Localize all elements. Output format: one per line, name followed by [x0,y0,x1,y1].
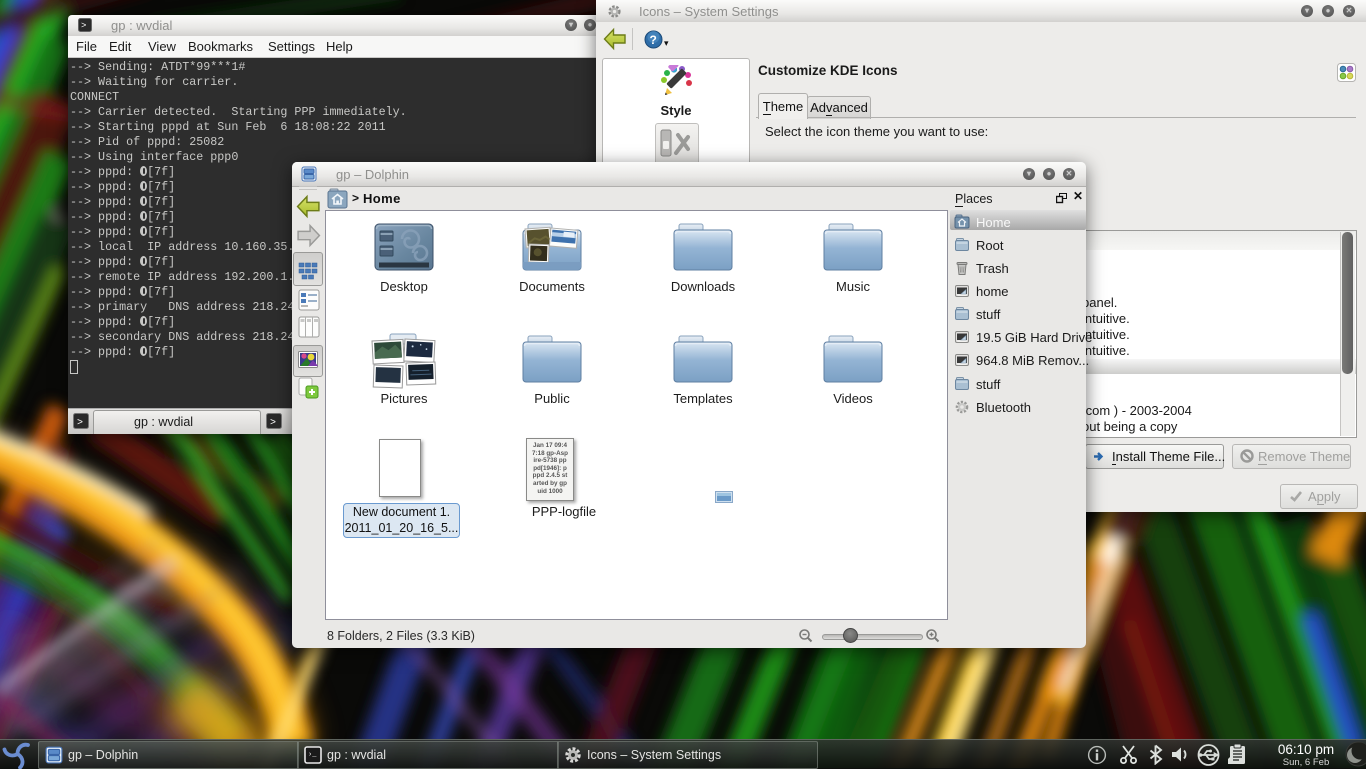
svg-text:?: ? [650,33,657,47]
svg-text:>: > [77,418,83,429]
svg-text:›_: ›_ [308,751,317,759]
svg-text:>: > [270,418,276,429]
svg-text:>: > [81,21,86,31]
